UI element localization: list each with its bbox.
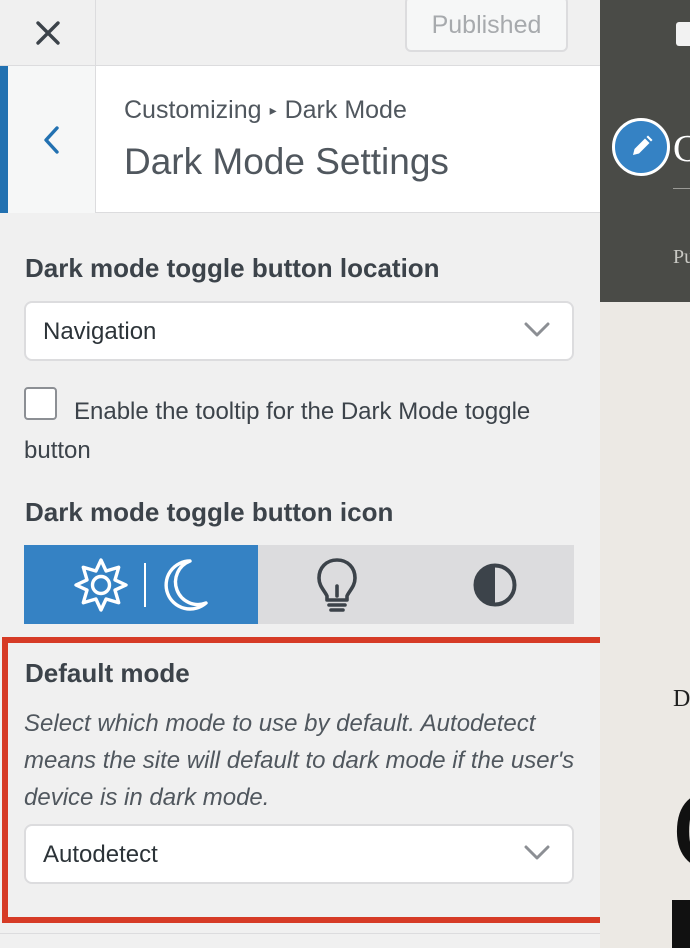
toggle-icon-options bbox=[24, 545, 574, 624]
icon-divider bbox=[144, 562, 146, 607]
pencil-icon bbox=[633, 135, 653, 155]
half-circle-contrast-icon bbox=[473, 563, 517, 606]
close-customizer-button[interactable] bbox=[0, 0, 96, 66]
chevron-left-icon bbox=[43, 125, 59, 154]
preview-heading-glyph-2 bbox=[672, 900, 690, 948]
published-button[interactable]: Published bbox=[405, 0, 568, 52]
preview-heading-glyph: C bbox=[672, 770, 690, 890]
toggle-location-select[interactable]: Navigation bbox=[24, 301, 574, 361]
back-button[interactable] bbox=[0, 66, 96, 213]
sun-icon bbox=[74, 557, 128, 612]
lightbulb-icon bbox=[317, 557, 357, 612]
site-logo-letter: C bbox=[673, 128, 690, 170]
section-bottom-divider bbox=[0, 933, 600, 934]
icon-option-sun-moon[interactable] bbox=[24, 545, 258, 624]
toggle-icon-label: Dark mode toggle button icon bbox=[25, 497, 394, 527]
preview-content-letter: D bbox=[673, 686, 690, 712]
preview-rule bbox=[673, 188, 690, 189]
toggle-location-value: Navigation bbox=[43, 318, 157, 345]
chevron-down-icon bbox=[524, 322, 550, 337]
moon-icon bbox=[164, 558, 208, 611]
edit-shortcut-button[interactable] bbox=[612, 118, 670, 176]
icon-option-contrast[interactable] bbox=[416, 545, 574, 624]
breadcrumb: Customizing ▸ Dark Mode bbox=[124, 96, 407, 125]
tooltip-checkbox-label[interactable]: Enable the tooltip for the Dark Mode tog… bbox=[24, 392, 544, 470]
preview-nav-text[interactable]: Pu bbox=[673, 246, 690, 269]
customizer-topbar: Published bbox=[0, 0, 600, 66]
breadcrumb-separator: ▸ bbox=[269, 102, 277, 118]
close-icon bbox=[35, 21, 60, 45]
section-title: Dark Mode Settings bbox=[124, 141, 449, 182]
social-icon bbox=[676, 22, 690, 46]
default-mode-highlight-box bbox=[2, 637, 621, 923]
toggle-location-label: Dark mode toggle button location bbox=[25, 253, 440, 283]
breadcrumb-current: Dark Mode bbox=[284, 96, 407, 124]
breadcrumb-root: Customizing bbox=[124, 96, 262, 124]
icon-option-lightbulb[interactable] bbox=[258, 545, 416, 624]
section-header: Customizing ▸ Dark Mode Dark Mode Settings bbox=[0, 66, 600, 213]
